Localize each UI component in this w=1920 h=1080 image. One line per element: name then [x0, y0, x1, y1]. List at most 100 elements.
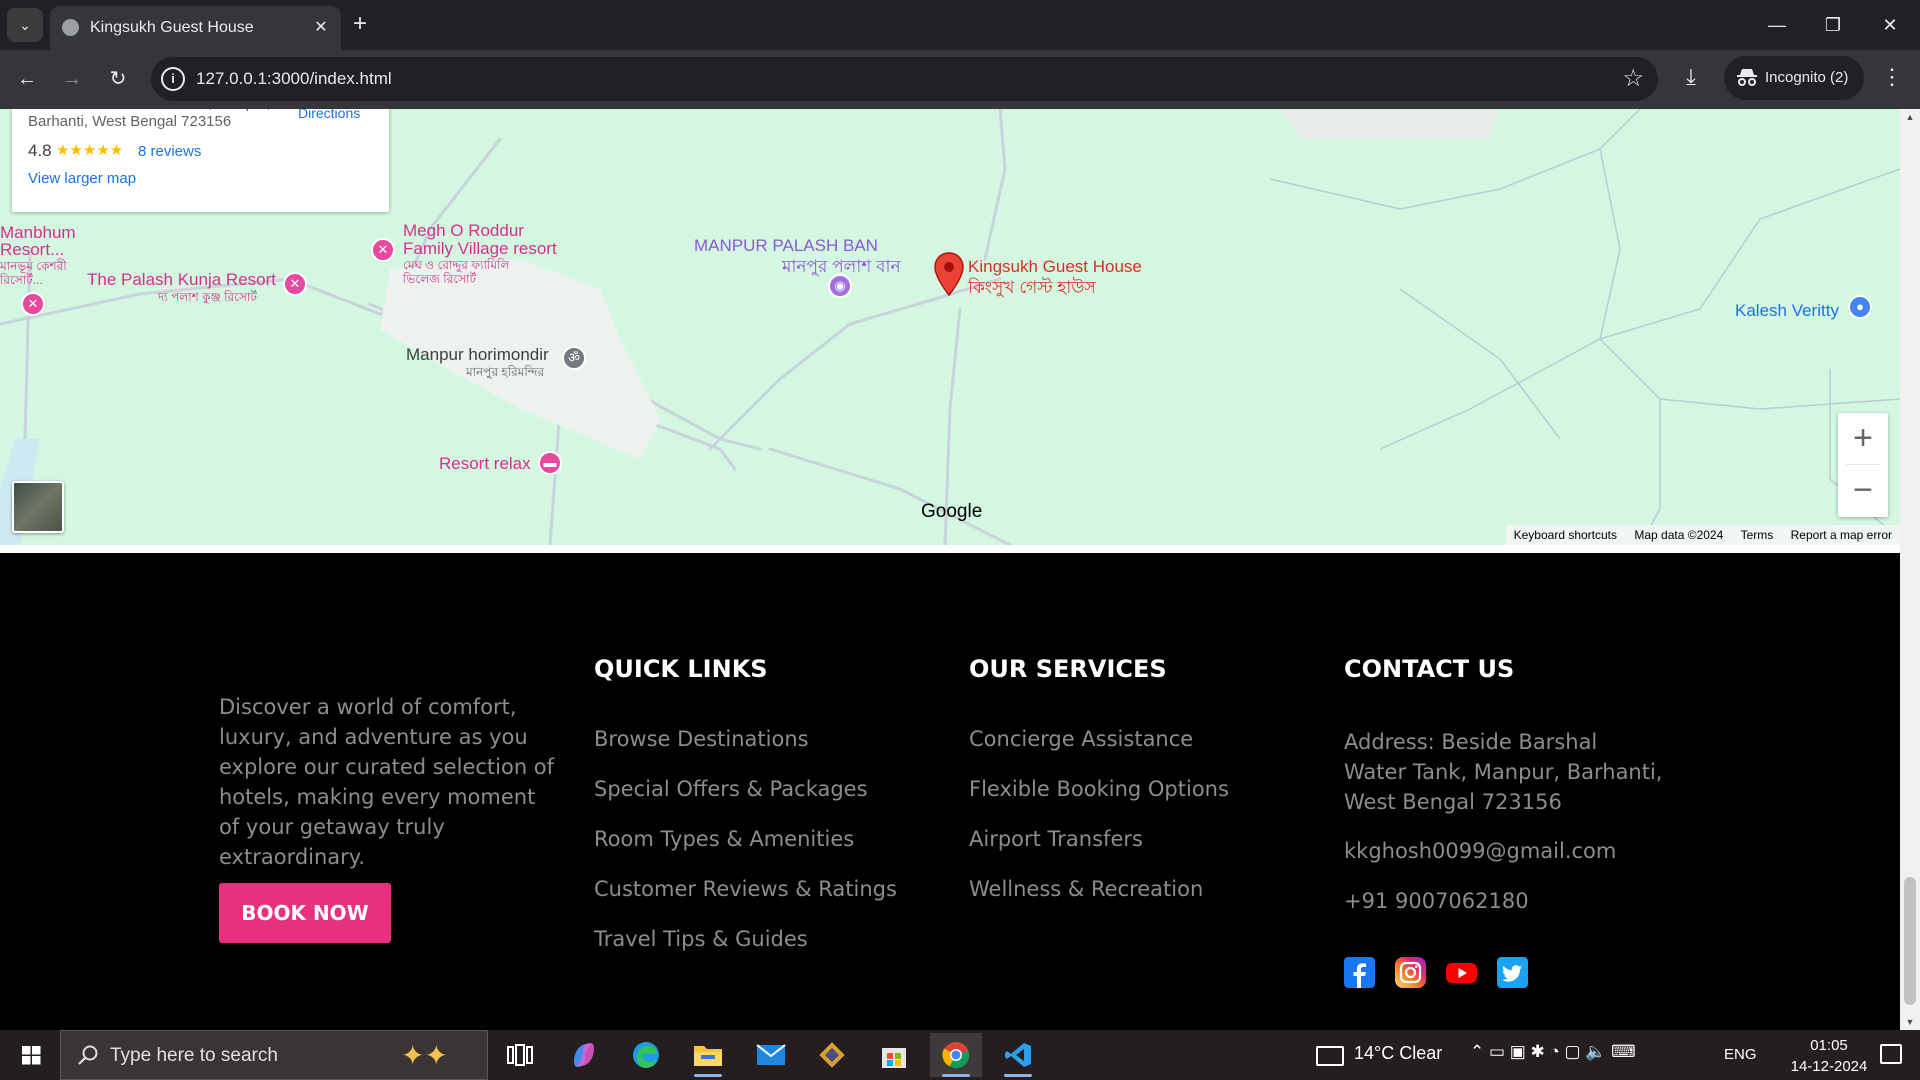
service-link[interactable]: Wellness & Recreation [969, 877, 1229, 927]
windows-start-icon[interactable] [12, 1042, 50, 1070]
forward-icon[interactable]: → [57, 64, 87, 94]
restaurant-pin-icon[interactable]: ✕ [283, 272, 307, 296]
copilot-taskbar-button[interactable] [558, 1033, 610, 1077]
quick-link[interactable]: Room Types & Amenities [594, 827, 897, 877]
place-label[interactable]: Resort relax [439, 454, 531, 474]
camera-pin-icon[interactable]: ◉ [828, 274, 852, 298]
report-error-link[interactable]: Report a map error [1791, 528, 1892, 542]
contact-heading: CONTACT US [1344, 655, 1515, 683]
notification-icon[interactable] [1880, 1044, 1902, 1064]
quick-link[interactable]: Travel Tips & Guides [594, 927, 897, 977]
place-label[interactable]: Megh O Roddur [403, 221, 524, 241]
twitter-icon[interactable] [1497, 957, 1528, 988]
quick-links-list: Browse Destinations Special Offers & Pac… [594, 727, 897, 977]
terms-link[interactable]: Terms [1741, 528, 1774, 542]
embedded-map[interactable]: Beside Barshal Water Tank, Manpur, Barha… [0, 109, 1900, 545]
folder-icon [694, 1046, 722, 1066]
page-scrollbar[interactable]: ▲ ▼ [1900, 109, 1920, 1030]
clock-date: 14-12-2024 [1790, 1058, 1868, 1075]
service-link[interactable]: Airport Transfers [969, 827, 1229, 877]
place-rating: 4.8 [28, 141, 52, 160]
services-list: Concierge Assistance Flexible Booking Op… [969, 727, 1229, 927]
place-label[interactable]: Family Village resort [403, 239, 557, 259]
tab-title: Kingsukh Guest House [90, 19, 254, 36]
download-icon[interactable]: ⤓ [1676, 64, 1706, 90]
contact-email[interactable]: kkghosh0099@gmail.com [1344, 839, 1616, 863]
address-bar[interactable]: i 127.0.0.1:3000/index.html ☆ [151, 57, 1658, 101]
taskbar-clock[interactable]: 01:05 14-12-2024 [1786, 1035, 1872, 1077]
restaurant-pin-icon[interactable]: ✕ [21, 292, 45, 316]
copilot-sparkle-icon: ✦✦ [401, 1040, 448, 1071]
edge-taskbar-button[interactable] [620, 1033, 672, 1077]
view-larger-map-link[interactable]: View larger map [28, 170, 136, 187]
new-tab-button[interactable]: + [353, 11, 367, 37]
quick-link[interactable]: Browse Destinations [594, 727, 897, 777]
weather-icon[interactable] [1316, 1046, 1344, 1066]
url-text[interactable]: 127.0.0.1:3000/index.html [196, 69, 392, 89]
directions-link[interactable]: Directions [298, 109, 360, 121]
temple-pin-icon[interactable]: ॐ [562, 346, 586, 370]
place-address: Beside Barshal Water Tank, Manpur, Barha… [28, 109, 271, 130]
search-placeholder: Type here to search [110, 1045, 278, 1066]
place-label-bn: কিংসুখ গেস্ট হাউস [968, 278, 1096, 297]
taskbar-search-box[interactable]: Type here to search ✦✦ [60, 1030, 488, 1080]
zoom-out-button[interactable]: − [1838, 465, 1888, 515]
git-app-taskbar-button[interactable] [806, 1033, 858, 1077]
window-close-button[interactable]: ✕ [1862, 10, 1918, 40]
place-label[interactable]: Kalesh Veritty [1735, 301, 1839, 321]
satellite-toggle-button[interactable] [12, 481, 64, 533]
input-language[interactable]: ENG [1724, 1046, 1757, 1063]
instagram-icon[interactable] [1395, 957, 1426, 988]
windows-taskbar: Type here to search ✦✦ 14°C Clear ⌃ ▭ ▣ … [0, 1030, 1920, 1080]
running-indicator [1004, 1074, 1032, 1077]
incognito-profile-button[interactable]: Incognito (2) [1724, 56, 1864, 100]
service-link[interactable]: Flexible Booking Options [969, 777, 1229, 827]
star-rating-icon: ★★★★★ [56, 142, 124, 159]
more-menu-icon[interactable]: ⋮ [1880, 64, 1904, 90]
copilot-icon [574, 1043, 594, 1067]
reload-icon[interactable]: ↻ [103, 64, 133, 94]
mail-taskbar-button[interactable] [745, 1033, 797, 1077]
place-label[interactable]: Resort... [0, 240, 64, 260]
browser-tab[interactable]: Kingsukh Guest House ✕ [50, 6, 341, 50]
bookmark-star-icon[interactable]: ☆ [1622, 65, 1644, 93]
facebook-icon[interactable] [1344, 957, 1375, 988]
tab-close-button[interactable]: ✕ [311, 17, 331, 37]
restaurant-pin-icon[interactable]: ✕ [371, 238, 395, 262]
quick-link[interactable]: Customer Reviews & Ratings [594, 877, 897, 927]
hotel-pin-icon[interactable]: ▬ [538, 451, 562, 475]
location-marker-icon[interactable] [933, 251, 965, 297]
scroll-down-arrow-icon[interactable]: ▼ [1900, 1014, 1920, 1030]
place-label[interactable]: Kingsukh Guest House [968, 257, 1142, 277]
place-label[interactable]: Manpur horimondir [406, 345, 549, 365]
weather-text[interactable]: 14°C Clear [1354, 1043, 1442, 1064]
zoom-in-button[interactable]: + [1838, 413, 1888, 463]
footer-about-text: Discover a world of comfort, luxury, and… [219, 695, 555, 869]
file-explorer-taskbar-button[interactable] [682, 1033, 734, 1077]
scroll-up-arrow-icon[interactable]: ▲ [1900, 109, 1920, 125]
site-info-icon[interactable]: i [161, 67, 185, 91]
contact-phone[interactable]: +91 9007062180 [1344, 889, 1529, 913]
place-label[interactable]: The Palash Kunja Resort [87, 270, 276, 290]
minimize-button[interactable]: — [1749, 10, 1805, 40]
book-now-button[interactable]: BOOK NOW [219, 883, 391, 943]
system-tray-icons[interactable]: ⌃ ▭ ▣ ✱ ◔ ▢ 🔈 ⌨ [1470, 1042, 1636, 1062]
youtube-icon[interactable] [1446, 957, 1477, 988]
chrome-taskbar-button[interactable] [930, 1033, 982, 1077]
scrollbar-thumb[interactable] [1904, 877, 1916, 1005]
back-icon[interactable]: ← [12, 64, 42, 94]
maximize-button[interactable]: ❐ [1805, 10, 1861, 40]
service-link[interactable]: Concierge Assistance [969, 727, 1229, 777]
reviews-link[interactable]: 8 reviews [138, 143, 201, 160]
map-attribution: Keyboard shortcuts Map data ©2024 Terms … [1505, 525, 1900, 545]
lock-pin-icon[interactable]: ● [1848, 295, 1872, 319]
quick-link[interactable]: Special Offers & Packages [594, 777, 897, 827]
task-view-button[interactable] [494, 1033, 546, 1077]
store-icon [882, 1048, 906, 1068]
footer-divider [0, 545, 1900, 553]
tab-search-button[interactable]: ⌄ [7, 8, 43, 42]
vscode-taskbar-button[interactable] [992, 1033, 1044, 1077]
store-taskbar-button[interactable] [868, 1033, 920, 1077]
place-label[interactable]: MANPUR PALASH BAN [694, 236, 878, 256]
keyboard-shortcuts-link[interactable]: Keyboard shortcuts [1514, 528, 1617, 542]
